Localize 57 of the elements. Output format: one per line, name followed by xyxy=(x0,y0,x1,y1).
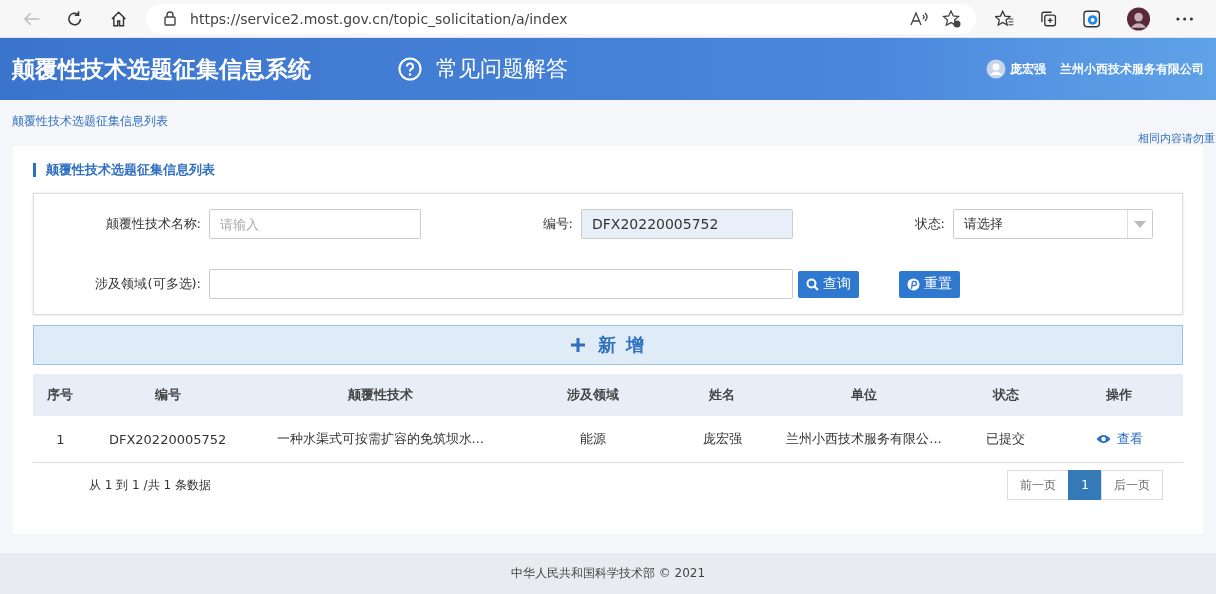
next-page-button[interactable]: 后一页 xyxy=(1101,470,1163,500)
reset-button[interactable]: 重置 xyxy=(899,270,960,298)
organization-name: 兰州小西技术服务有限公司 xyxy=(1060,60,1204,78)
help-icon xyxy=(398,57,422,81)
column-header: 单位 xyxy=(851,387,878,402)
eye-icon xyxy=(1095,434,1111,444)
read-aloud-icon[interactable] xyxy=(909,10,928,27)
search-icon xyxy=(806,277,819,291)
table-cell: 1 xyxy=(56,431,65,447)
table-cell: 兰州小西技术服务有限公... xyxy=(786,431,942,446)
favorite-add-icon[interactable] xyxy=(941,9,962,28)
page-button[interactable]: 1 xyxy=(1068,470,1102,500)
column-header: 姓名 xyxy=(709,387,736,402)
home-icon[interactable] xyxy=(109,9,128,28)
field-label: 状态: xyxy=(913,215,946,233)
view-link[interactable]: 查看 xyxy=(1095,430,1143,448)
table-cell: 一种水渠式可按需扩容的免筑坝水... xyxy=(276,431,484,446)
avatar-icon[interactable] xyxy=(1126,6,1150,31)
refresh-icon[interactable] xyxy=(66,9,84,28)
table-cell: 能源 xyxy=(579,431,606,446)
system-title: 颠覆性技术选题征集信息系统 xyxy=(12,54,312,84)
more-icon[interactable] xyxy=(1175,16,1194,21)
column-header: 操作 xyxy=(1106,387,1133,402)
caret-icon xyxy=(1134,220,1146,228)
table-cell: 已提交 xyxy=(986,431,1026,446)
number-input[interactable]: DFX20220005752 xyxy=(581,209,793,239)
browser-logo-icon[interactable] xyxy=(1083,9,1101,28)
user-name: 庞宏强 xyxy=(1010,60,1046,78)
column-header: 颠覆性技术 xyxy=(347,387,413,402)
column-header: 状态 xyxy=(992,387,1019,402)
status-select[interactable]: 请选择 xyxy=(953,209,1153,239)
column-header: 序号 xyxy=(47,387,74,402)
favorites-icon[interactable] xyxy=(994,9,1014,28)
user-icon xyxy=(986,59,1006,79)
notice-text: 相同内容请勿重 xyxy=(1138,131,1215,146)
lock-icon xyxy=(164,11,177,26)
add-button[interactable]: 新 增 xyxy=(33,325,1183,365)
field-label: 颠覆性技术名称: xyxy=(104,215,202,233)
column-header: 编号 xyxy=(154,387,181,402)
plus-icon xyxy=(569,337,586,353)
copyright-text: 中华人民共和国科学技术部 © 2021 xyxy=(510,565,706,582)
prev-page-button[interactable]: 前一页 xyxy=(1007,470,1070,500)
field-label: 编号: xyxy=(541,215,574,233)
column-header: 涉及领域 xyxy=(566,387,619,402)
table-cell: 庞宏强 xyxy=(702,431,742,446)
table-cell: DFX20220005752 xyxy=(108,431,227,447)
breadcrumb: 颠覆性技术选题征集信息列表 xyxy=(12,114,168,128)
search-button[interactable]: 查询 xyxy=(798,270,859,298)
faq-link[interactable]: 常见问题解答 xyxy=(398,54,568,84)
url-text: https://service2.most.gov.cn/topic_solicitation/a/index xyxy=(190,10,568,27)
record-summary: 从 1 到 1 /共 1 条数据 xyxy=(89,476,211,494)
section-title: 颠覆性技术选题征集信息列表 xyxy=(33,163,1183,177)
field-label: 涉及领域(可多选): xyxy=(94,275,202,293)
field-input[interactable] xyxy=(209,269,793,299)
collections-icon[interactable] xyxy=(1039,9,1058,28)
address-bar[interactable]: https://service2.most.gov.cn/topic_solicitation/a/index xyxy=(146,3,976,34)
name-input[interactable]: 请输入 xyxy=(209,209,421,239)
